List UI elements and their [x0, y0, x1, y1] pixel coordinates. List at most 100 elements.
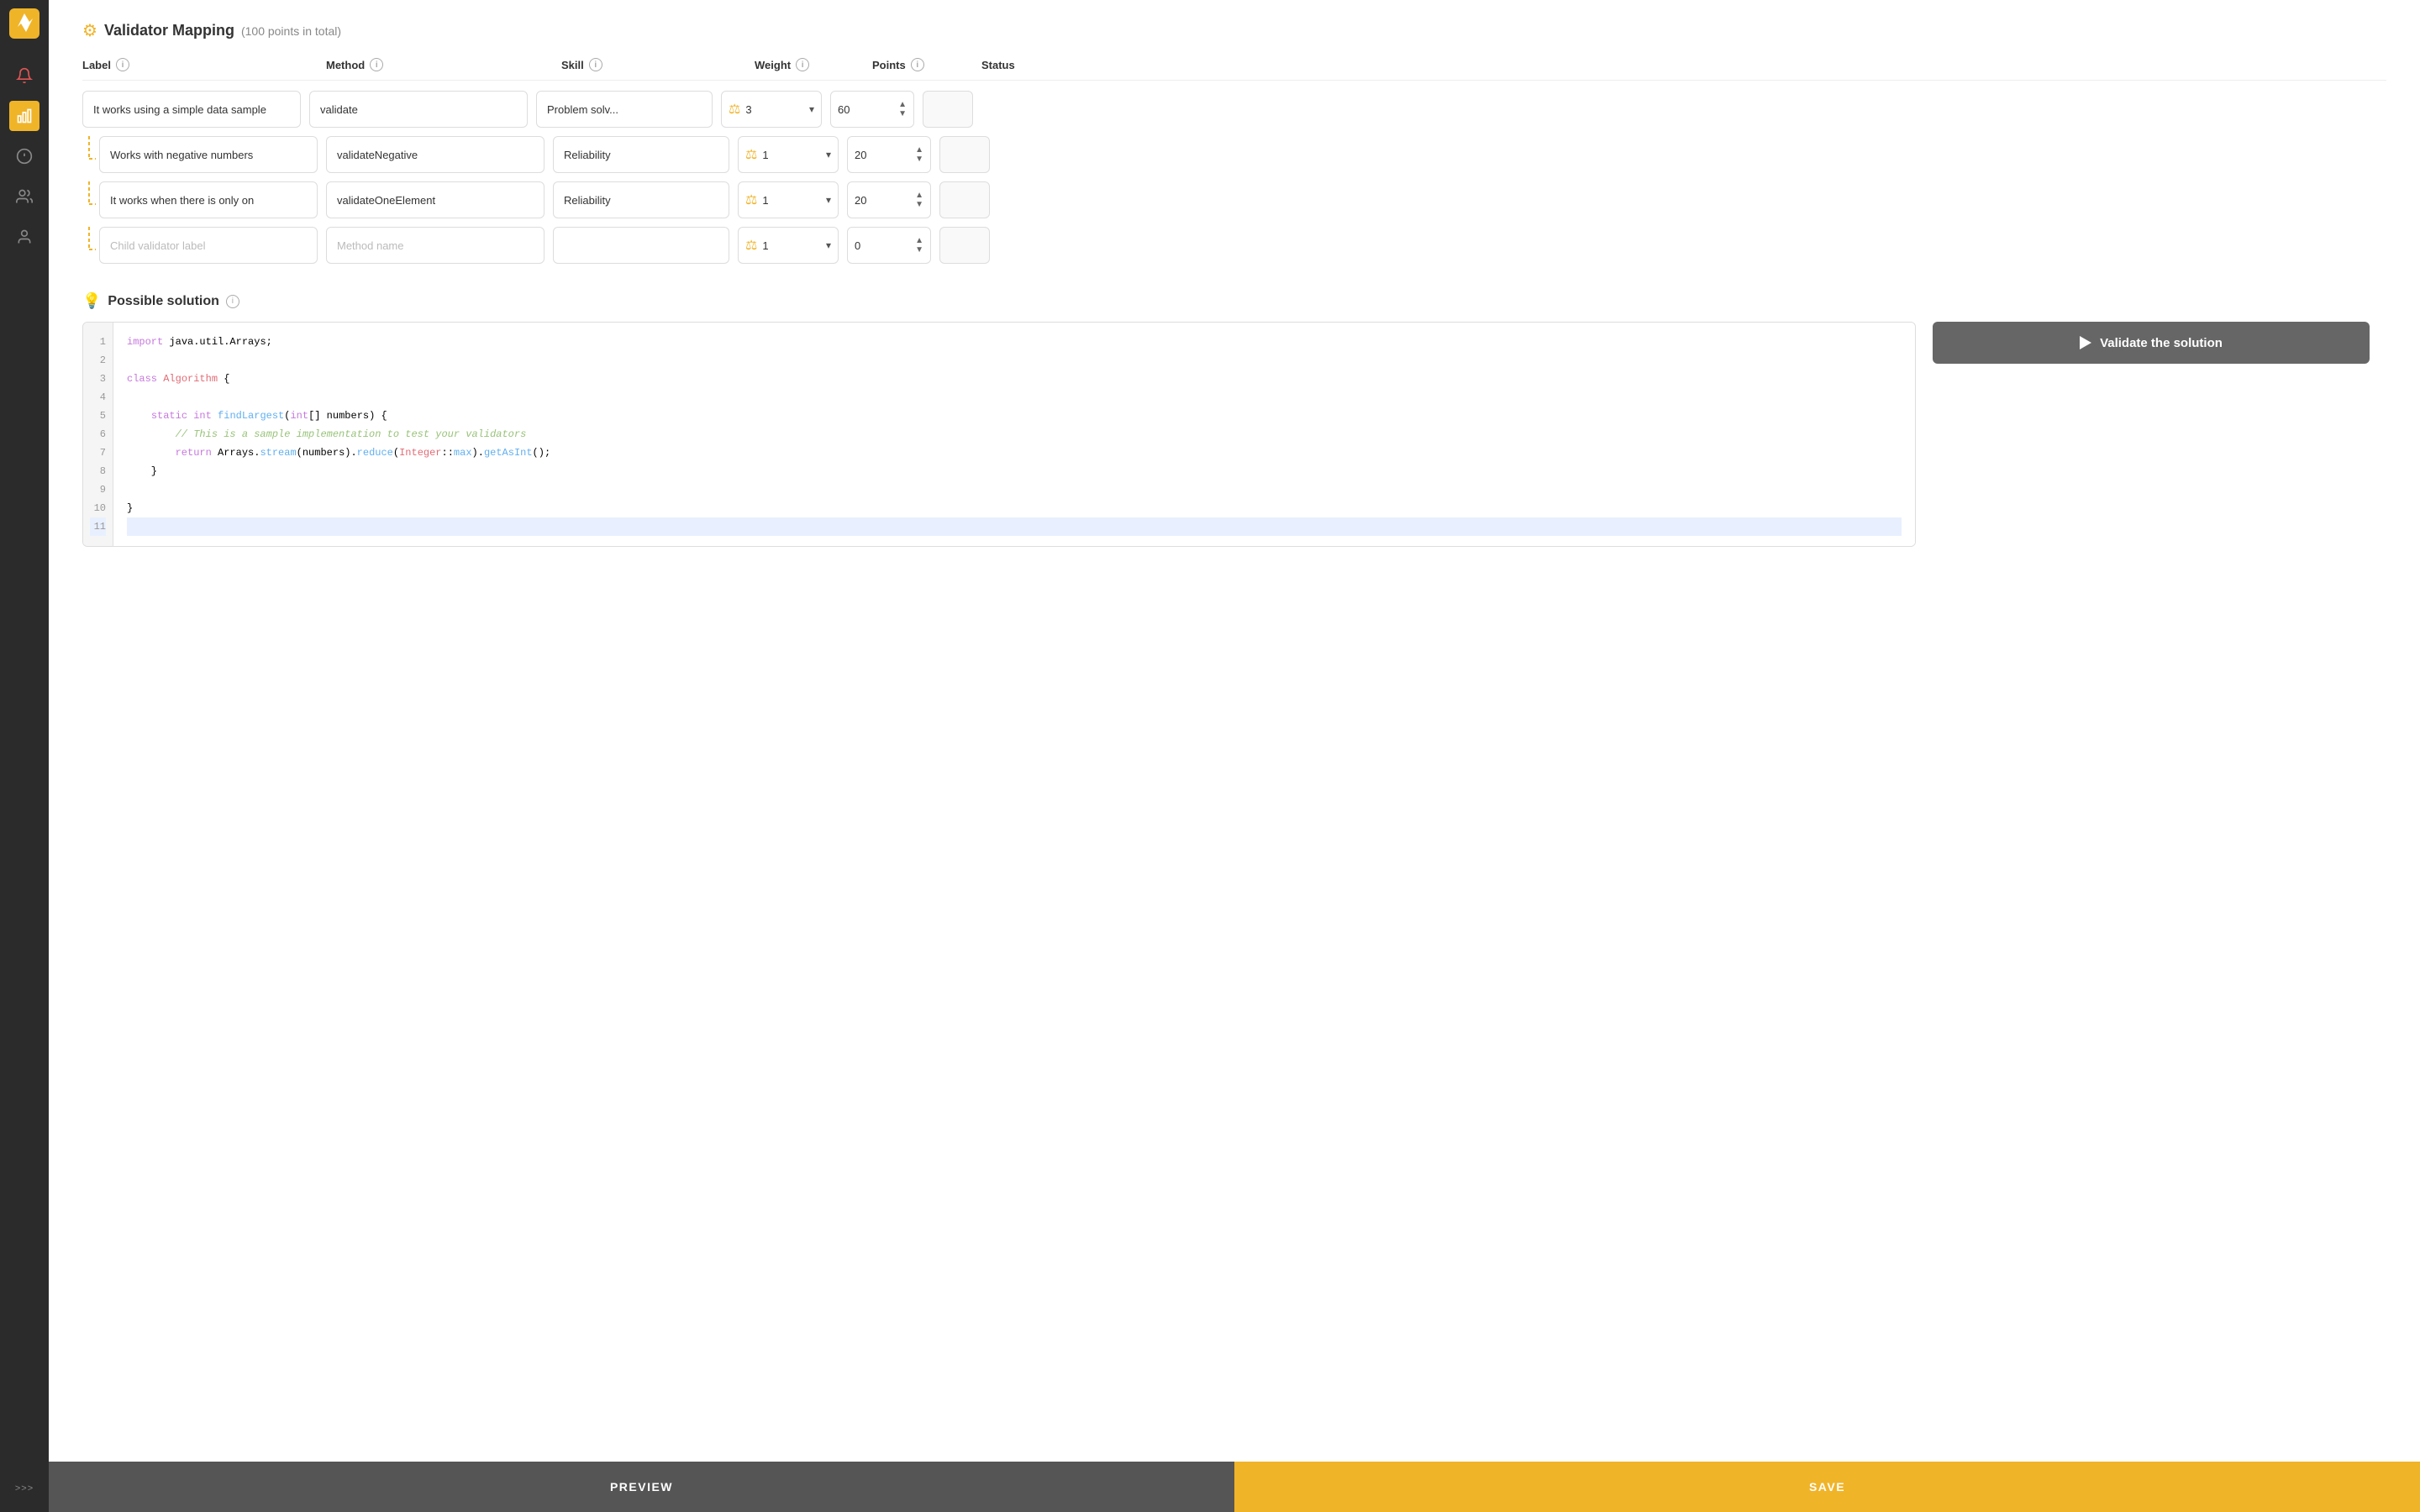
- skill-input-2[interactable]: [553, 181, 729, 218]
- weight-dropdown-1[interactable]: ▾: [826, 149, 831, 160]
- points-field-2[interactable]: 20 ▲ ▼: [847, 181, 931, 218]
- label-input-0[interactable]: [82, 91, 301, 128]
- sidebar: >>>: [0, 0, 49, 1512]
- col-label: Label i: [82, 58, 318, 71]
- points-info-icon[interactable]: i: [911, 58, 924, 71]
- code-lines: 1 2 3 4 5 6 7 8 9 10 11 import java: [83, 323, 1915, 546]
- col-status: Status: [981, 58, 1049, 71]
- status-field-1: [939, 136, 990, 173]
- label-input-empty[interactable]: [99, 227, 318, 264]
- footer: PREVIEW SAVE: [49, 1462, 2420, 1512]
- solution-body: 1 2 3 4 5 6 7 8 9 10 11 import java: [82, 322, 2386, 547]
- play-icon: [2080, 336, 2091, 349]
- method-input-0[interactable]: [309, 91, 528, 128]
- weight-field-empty[interactable]: ⚖ 1 ▾: [738, 227, 839, 264]
- content-area: ⚙ Validator Mapping (100 points in total…: [49, 0, 2420, 1462]
- points-up-2[interactable]: ▲: [915, 192, 923, 200]
- chart-icon[interactable]: [9, 101, 39, 131]
- weight-dropdown-0[interactable]: ▾: [809, 103, 814, 115]
- label-input-1[interactable]: [99, 136, 318, 173]
- label-info-icon[interactable]: i: [116, 58, 129, 71]
- table-header: Label i Method i Skill i Weight i Points…: [82, 58, 2386, 81]
- bulb-icon: 💡: [82, 292, 101, 310]
- method-input-empty[interactable]: [326, 227, 544, 264]
- code-content[interactable]: import java.util.Arrays; class Algorithm…: [113, 323, 1915, 546]
- points-value-2: 20: [855, 194, 866, 207]
- points-up-empty[interactable]: ▲: [915, 237, 923, 245]
- group-icon[interactable]: [9, 181, 39, 212]
- main-content: ⚙ Validator Mapping (100 points in total…: [49, 0, 2420, 1512]
- points-field-0[interactable]: 60 ▲ ▼: [830, 91, 914, 128]
- save-button[interactable]: SAVE: [1234, 1462, 2420, 1512]
- weight-icon-empty: ⚖: [745, 237, 757, 254]
- weight-field-1[interactable]: ⚖ 1 ▾: [738, 136, 839, 173]
- weight-value-0: 3: [745, 103, 751, 116]
- table-row: ⚖ 1 ▾ 20 ▲ ▼: [82, 136, 2386, 173]
- alert-icon[interactable]: [9, 141, 39, 171]
- points-down-2[interactable]: ▼: [915, 201, 923, 209]
- child-connector-1: [82, 136, 96, 181]
- weight-value-empty: 1: [762, 239, 768, 252]
- weight-icon-2: ⚖: [745, 192, 757, 208]
- code-editor[interactable]: 1 2 3 4 5 6 7 8 9 10 11 import java: [82, 322, 1916, 547]
- weight-dropdown-2[interactable]: ▾: [826, 194, 831, 206]
- sidebar-expand[interactable]: >>>: [15, 1483, 34, 1504]
- points-value-empty: 0: [855, 239, 860, 252]
- method-info-icon[interactable]: i: [370, 58, 383, 71]
- section-title: Validator Mapping: [104, 22, 234, 39]
- weight-value-1: 1: [762, 149, 768, 161]
- child-connector-2: [82, 181, 96, 227]
- points-down-0[interactable]: ▼: [898, 110, 907, 118]
- solution-header: 💡 Possible solution i: [82, 292, 2386, 310]
- weight-dropdown-empty[interactable]: ▾: [826, 239, 831, 251]
- points-up-1[interactable]: ▲: [915, 146, 923, 155]
- user-icon[interactable]: [9, 222, 39, 252]
- col-weight: Weight i: [755, 58, 864, 71]
- sidebar-logo: [9, 8, 39, 39]
- status-field-0: [923, 91, 973, 128]
- method-input-1[interactable]: [326, 136, 544, 173]
- points-field-empty[interactable]: 0 ▲ ▼: [847, 227, 931, 264]
- skill-input-0[interactable]: [536, 91, 713, 128]
- status-field-empty: [939, 227, 990, 264]
- skill-input-empty[interactable]: [553, 227, 729, 264]
- child-connector-empty: [82, 227, 96, 272]
- weight-icon-1: ⚖: [745, 146, 757, 163]
- solution-actions: Validate the solution: [1933, 322, 2386, 547]
- weight-info-icon[interactable]: i: [796, 58, 809, 71]
- col-method: Method i: [326, 58, 553, 71]
- points-field-1[interactable]: 20 ▲ ▼: [847, 136, 931, 173]
- weight-field-0[interactable]: ⚖ 3 ▾: [721, 91, 822, 128]
- points-spinners-0[interactable]: ▲ ▼: [898, 101, 907, 118]
- points-value-1: 20: [855, 149, 866, 161]
- points-spinners-2[interactable]: ▲ ▼: [915, 192, 923, 209]
- solution-info-icon[interactable]: i: [226, 295, 239, 308]
- solution-title: Possible solution: [108, 294, 218, 309]
- label-input-2[interactable]: [99, 181, 318, 218]
- points-down-1[interactable]: ▼: [915, 155, 923, 164]
- points-down-empty[interactable]: ▼: [915, 246, 923, 255]
- points-value-0: 60: [838, 103, 850, 116]
- weight-icon-0: ⚖: [729, 101, 740, 118]
- section-header: ⚙ Validator Mapping (100 points in total…: [82, 20, 2386, 41]
- gear-icon: ⚙: [82, 20, 97, 41]
- skill-input-1[interactable]: [553, 136, 729, 173]
- skill-info-icon[interactable]: i: [589, 58, 602, 71]
- points-up-0[interactable]: ▲: [898, 101, 907, 109]
- col-points: Points i: [872, 58, 973, 71]
- solution-section: 💡 Possible solution i 1 2 3 4 5 6 7: [82, 292, 2386, 547]
- table-row: ⚖ 3 ▾ 60 ▲ ▼: [82, 91, 2386, 128]
- points-spinners-1[interactable]: ▲ ▼: [915, 146, 923, 164]
- bell-icon[interactable]: [9, 60, 39, 91]
- validate-solution-button[interactable]: Validate the solution: [1933, 322, 2370, 364]
- status-field-2: [939, 181, 990, 218]
- weight-value-2: 1: [762, 194, 768, 207]
- table-row: ⚖ 1 ▾ 20 ▲ ▼: [82, 181, 2386, 218]
- method-input-2[interactable]: [326, 181, 544, 218]
- preview-button[interactable]: PREVIEW: [49, 1462, 1234, 1512]
- points-spinners-empty[interactable]: ▲ ▼: [915, 237, 923, 255]
- section-subtitle: (100 points in total): [241, 24, 341, 38]
- validator-rows: ⚖ 3 ▾ 60 ▲ ▼: [82, 91, 2386, 272]
- col-skill: Skill i: [561, 58, 746, 71]
- weight-field-2[interactable]: ⚖ 1 ▾: [738, 181, 839, 218]
